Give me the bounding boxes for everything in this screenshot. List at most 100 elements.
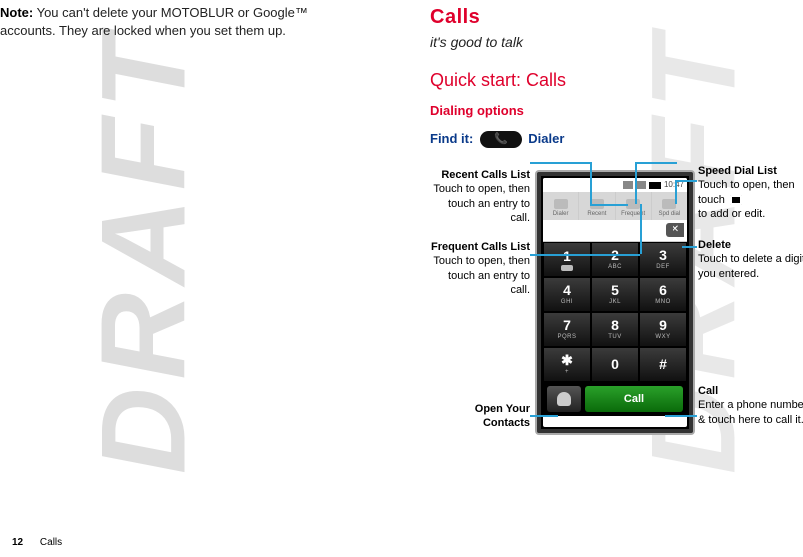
key-3[interactable]: 3DEF: [639, 242, 687, 277]
key-letters: GHI: [561, 298, 573, 306]
key-number: #: [659, 357, 667, 371]
tab-dialer[interactable]: Dialer: [543, 192, 579, 220]
status-bar: 10:47: [543, 178, 687, 192]
key-letters: +: [565, 368, 569, 376]
connector: [682, 246, 697, 248]
key-letters: PQRS: [557, 333, 576, 341]
key-number: 0: [611, 357, 619, 371]
phone-screen: 10:47 Dialer Recent Frequent Spd dial ✕ …: [543, 178, 687, 427]
key-number: 3: [659, 248, 667, 262]
key-8[interactable]: 8TUV: [591, 312, 639, 347]
left-column: Note: You can't delete your MOTOBLUR or …: [0, 4, 345, 39]
key-7[interactable]: 7PQRS: [543, 312, 591, 347]
key-number: 8: [611, 318, 619, 332]
contacts-button[interactable]: [547, 386, 581, 412]
key-letters: WXY: [655, 333, 670, 341]
callout-delete-body: Touch to delete a digit you entered.: [698, 253, 803, 279]
key-letters: ABC: [608, 263, 622, 271]
callout-recent-title: Recent Calls List: [430, 168, 530, 182]
key-number: ✱: [561, 353, 573, 367]
key-letters: MNO: [655, 298, 671, 306]
footer: 12 Calls: [12, 536, 62, 550]
footer-section: Calls: [40, 537, 62, 548]
quick-start-heading: Quick start: Calls: [430, 68, 800, 92]
note-para: Note: You can't delete your MOTOBLUR or …: [0, 4, 345, 39]
tab-label: Dialer: [553, 210, 569, 218]
tab-recent[interactable]: Recent: [579, 192, 615, 220]
key-letters: DEF: [656, 263, 670, 271]
contact-icon: [557, 392, 571, 406]
voicemail-icon: [561, 265, 573, 271]
callout-speed-title: Speed Dial List: [698, 164, 803, 178]
find-it-label: Find it:: [430, 131, 473, 146]
key-number: 9: [659, 318, 667, 332]
battery-icon: [649, 182, 661, 189]
delete-button[interactable]: ✕: [666, 223, 684, 237]
tab-label: Spd dial: [659, 210, 681, 218]
key-9[interactable]: 9WXY: [639, 312, 687, 347]
connector: [590, 162, 592, 204]
phone-icon-pill: 📞: [480, 131, 522, 148]
key-number: 6: [659, 283, 667, 297]
callout-speed-body2: to add or edit.: [698, 208, 765, 220]
connector: [590, 204, 628, 206]
callout-speed-body1: Touch to open, then touch: [698, 179, 795, 205]
callout-recent-body: Touch to open, then touch an entry to ca…: [433, 183, 530, 224]
callout-contacts-title: Open Your Contacts: [430, 402, 530, 431]
callout-delete: Delete Touch to delete a digit you enter…: [698, 238, 803, 281]
connector: [530, 254, 640, 256]
callout-frequent-body: Touch to open, then touch an entry to ca…: [433, 255, 530, 296]
dialer-word: Dialer: [528, 131, 564, 146]
diagram: Recent Calls List Touch to open, then to…: [430, 150, 800, 490]
callout-delete-title: Delete: [698, 238, 803, 252]
dialer-tabs: Dialer Recent Frequent Spd dial: [543, 192, 687, 220]
callout-frequent-title: Frequent Calls List: [430, 240, 530, 254]
tab-spddial[interactable]: Spd dial: [652, 192, 687, 220]
section-subtitle: it's good to talk: [430, 33, 800, 52]
grid-icon: [730, 195, 742, 205]
section-title: Calls: [430, 4, 800, 31]
page-number: 12: [12, 537, 23, 548]
key-5[interactable]: 5JKL: [591, 277, 639, 312]
note-body: You can't delete your MOTOBLUR or Google…: [0, 5, 308, 38]
right-column: Calls it's good to talk Quick start: Cal…: [430, 4, 800, 148]
dialer-icon: [554, 199, 568, 209]
find-it-line: Find it: 📞 Dialer: [430, 130, 800, 148]
callout-call-body: Enter a phone number & touch here to cal…: [698, 399, 803, 425]
key-number: 7: [563, 318, 571, 332]
key-letters: JKL: [609, 298, 621, 306]
bottom-bar: Call: [543, 382, 687, 416]
key-0[interactable]: 0: [591, 347, 639, 382]
callout-contacts: Open Your Contacts: [430, 402, 530, 431]
note-prefix: Note:: [0, 5, 33, 20]
key-1[interactable]: 1: [543, 242, 591, 277]
key-2[interactable]: 2ABC: [591, 242, 639, 277]
frequent-icon: [626, 199, 640, 209]
callout-frequent: Frequent Calls List Touch to open, then …: [430, 240, 530, 297]
connector: [530, 415, 558, 417]
callout-call-title: Call: [698, 384, 803, 398]
callout-speed: Speed Dial List Touch to open, then touc…: [698, 164, 803, 221]
dialing-options-heading: Dialing options: [430, 102, 800, 120]
callout-recent: Recent Calls List Touch to open, then to…: [430, 168, 530, 225]
callout-call: Call Enter a phone number & touch here t…: [698, 384, 803, 427]
signal-icon: [623, 181, 633, 189]
key-4[interactable]: 4GHI: [543, 277, 591, 312]
key-✱[interactable]: ✱+: [543, 347, 591, 382]
key-6[interactable]: 6MNO: [639, 277, 687, 312]
connector: [675, 180, 697, 182]
phone-device: 10:47 Dialer Recent Frequent Spd dial ✕ …: [535, 170, 695, 435]
connector: [635, 162, 637, 204]
call-button[interactable]: Call: [585, 386, 683, 412]
key-number: 4: [563, 283, 571, 297]
keypad: 12ABC3DEF4GHI5JKL6MNO7PQRS8TUV9WXY✱+0#: [543, 242, 687, 382]
connector: [665, 415, 697, 417]
tab-label: Recent: [587, 210, 606, 218]
key-#[interactable]: #: [639, 347, 687, 382]
connector: [640, 204, 642, 254]
watermark-left: DRAFT: [62, 28, 224, 475]
connector: [675, 180, 677, 204]
tab-frequent[interactable]: Frequent: [616, 192, 652, 220]
key-number: 5: [611, 283, 619, 297]
number-field[interactable]: ✕: [543, 220, 687, 242]
